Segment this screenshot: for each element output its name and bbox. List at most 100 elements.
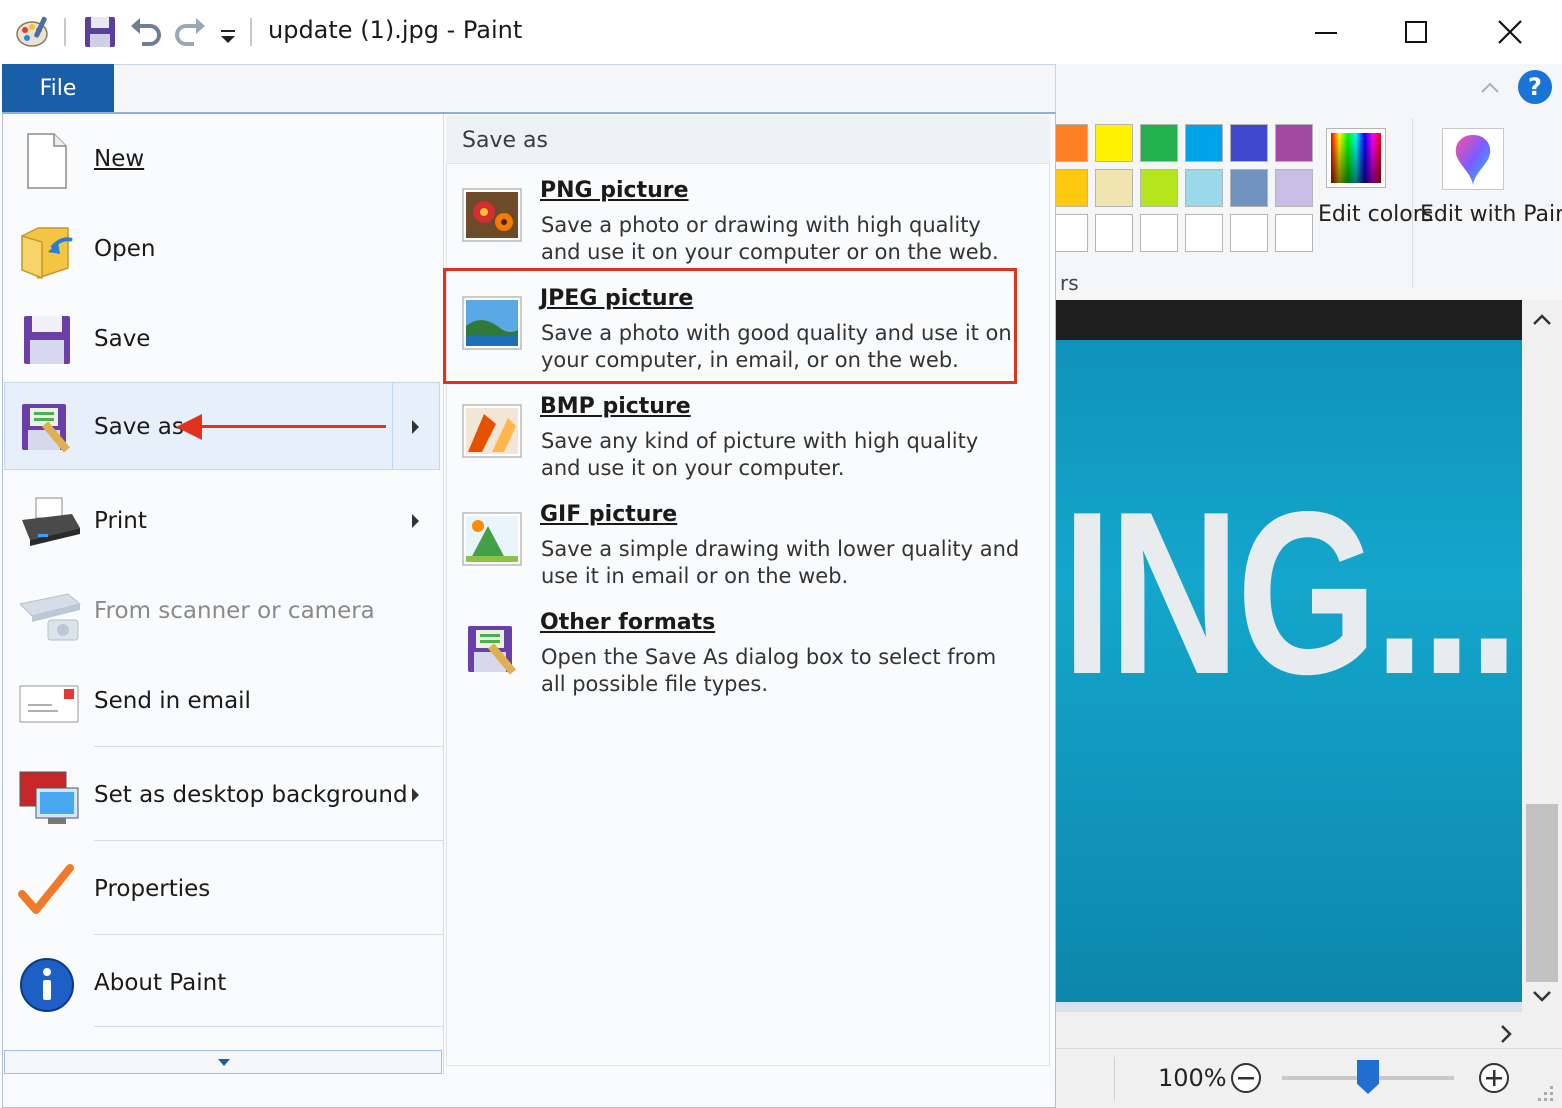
new-document-icon xyxy=(18,132,76,190)
menu-item-about-paint[interactable]: About Paint xyxy=(4,938,442,1026)
menu-item-save-as-label: Save as xyxy=(94,414,184,440)
scanner-icon xyxy=(18,584,82,642)
menu-separator xyxy=(94,1026,444,1027)
save-option-other-formats[interactable]: Other formats Open the Save As dialog bo… xyxy=(446,610,1050,718)
undo-icon[interactable] xyxy=(128,14,166,52)
menu-item-print-label: Print xyxy=(94,508,147,534)
save-icon[interactable] xyxy=(82,14,120,52)
submenu-arrow-icon xyxy=(412,420,419,434)
chevron-down-icon xyxy=(218,1059,230,1066)
zoom-out-icon[interactable] xyxy=(1230,1062,1262,1098)
ribbon-separator xyxy=(1412,118,1413,288)
color-swatch[interactable] xyxy=(1185,169,1223,207)
resize-grip-icon[interactable] xyxy=(1536,1084,1556,1108)
email-icon xyxy=(18,674,79,732)
save-option-gif[interactable]: GIF picture Save a simple drawing with l… xyxy=(446,502,1050,610)
menu-item-send-email-label: Send in email xyxy=(94,688,251,714)
quick-access-separator xyxy=(250,18,252,46)
quick-access-separator xyxy=(64,18,66,46)
color-swatch[interactable] xyxy=(1230,124,1268,162)
color-swatch[interactable] xyxy=(1275,124,1313,162)
paint-app-icon[interactable] xyxy=(14,14,52,52)
menu-item-set-desktop-background-label: Set as desktop background xyxy=(94,782,408,808)
horizontal-scrollbar[interactable] xyxy=(1056,1012,1562,1052)
submenu-arrow-icon xyxy=(412,788,419,802)
save-option-png-title: PNG picture xyxy=(540,178,689,203)
colors-group-label: rs xyxy=(1060,271,1079,295)
menu-item-about-paint-label: About Paint xyxy=(94,970,227,996)
scroll-up-icon[interactable] xyxy=(1530,310,1554,334)
desktop-background-icon xyxy=(18,768,79,826)
gif-picture-icon xyxy=(462,512,524,570)
save-option-gif-title: GIF picture xyxy=(540,502,678,527)
info-icon xyxy=(18,956,76,1014)
save-option-bmp-title: BMP picture xyxy=(540,394,691,419)
save-option-png-desc: Save a photo or drawing with high qualit… xyxy=(541,213,999,264)
open-folder-icon xyxy=(18,222,76,280)
menu-item-save-label: Save xyxy=(94,326,151,352)
color-swatch[interactable] xyxy=(1095,124,1133,162)
window-title: update (1).jpg - Paint xyxy=(268,16,523,44)
file-menu-top-strip xyxy=(114,64,1056,112)
edit-colors-label[interactable]: Edit colors xyxy=(1318,202,1433,228)
file-tab[interactable]: File xyxy=(2,64,114,112)
menu-item-send-email[interactable]: Send in email xyxy=(4,656,442,744)
minimize-button[interactable] xyxy=(1286,6,1366,58)
scroll-down-icon[interactable] xyxy=(1530,986,1554,1010)
zoom-in-icon[interactable] xyxy=(1478,1062,1510,1098)
color-swatch[interactable] xyxy=(1140,124,1178,162)
color-swatch[interactable] xyxy=(1230,214,1268,252)
printer-icon xyxy=(18,494,80,552)
menu-item-properties[interactable]: Properties xyxy=(4,844,442,932)
file-menu-list: New Open Save Save as Print From scanner… xyxy=(4,114,444,1108)
color-swatch[interactable] xyxy=(1095,214,1133,252)
menu-item-new[interactable]: New xyxy=(4,114,442,202)
other-formats-icon xyxy=(462,620,524,678)
color-swatch[interactable] xyxy=(1185,214,1223,252)
ribbon-collapse-icon[interactable] xyxy=(1478,76,1502,104)
annotation-arrow-head xyxy=(176,414,202,440)
menu-separator xyxy=(94,934,444,935)
color-swatch[interactable] xyxy=(1275,169,1313,207)
color-swatch[interactable] xyxy=(1095,169,1133,207)
jpeg-highlight-box xyxy=(443,268,1017,384)
status-separator xyxy=(1114,1057,1115,1101)
menu-item-save[interactable]: Save xyxy=(4,294,442,382)
save-option-bmp[interactable]: BMP picture Save any kind of picture wit… xyxy=(446,394,1050,502)
color-swatch[interactable] xyxy=(1140,169,1178,207)
redo-icon[interactable] xyxy=(172,14,210,52)
canvas-image[interactable]: ING... xyxy=(1056,300,1522,1002)
submenu-arrow-icon xyxy=(412,514,419,528)
help-icon[interactable]: ? xyxy=(1516,68,1554,110)
customize-dropdown-icon[interactable] xyxy=(216,14,254,52)
close-button[interactable] xyxy=(1470,6,1550,58)
save-as-icon xyxy=(18,400,76,458)
color-swatch[interactable] xyxy=(1140,214,1178,252)
annotation-arrow-line xyxy=(196,425,386,428)
edit-with-paint3d-label[interactable]: Edit with Paint 3D xyxy=(1420,202,1562,228)
color-swatch[interactable] xyxy=(1230,169,1268,207)
edit-colors-icon[interactable] xyxy=(1326,128,1386,188)
vertical-scroll-thumb[interactable] xyxy=(1526,804,1558,982)
menu-item-print[interactable]: Print xyxy=(4,476,442,564)
scroll-right-icon[interactable] xyxy=(1496,1022,1516,1050)
menu-separator xyxy=(94,840,444,841)
color-swatch[interactable] xyxy=(1275,214,1313,252)
maximize-button[interactable] xyxy=(1376,6,1456,58)
paint3d-icon[interactable] xyxy=(1442,128,1504,190)
bmp-picture-icon xyxy=(462,404,524,462)
minimize-icon xyxy=(1315,32,1337,34)
menu-item-set-desktop-background[interactable]: Set as desktop background xyxy=(4,750,442,838)
save-option-other-formats-title: Other formats xyxy=(540,610,716,635)
close-icon xyxy=(1498,20,1522,44)
color-swatch[interactable] xyxy=(1185,124,1223,162)
image-top-band xyxy=(1056,300,1522,340)
menu-separator xyxy=(94,746,444,747)
save-option-other-formats-desc: Open the Save As dialog box to select fr… xyxy=(541,645,997,696)
maximize-icon xyxy=(1405,21,1427,43)
menu-item-open[interactable]: Open xyxy=(4,204,442,292)
menu-scroll-down-button[interactable] xyxy=(4,1050,442,1074)
title-bar: update (1).jpg - Paint xyxy=(0,0,1562,64)
menu-item-open-label: Open xyxy=(94,236,156,262)
menu-item-from-scanner: From scanner or camera xyxy=(4,566,442,654)
